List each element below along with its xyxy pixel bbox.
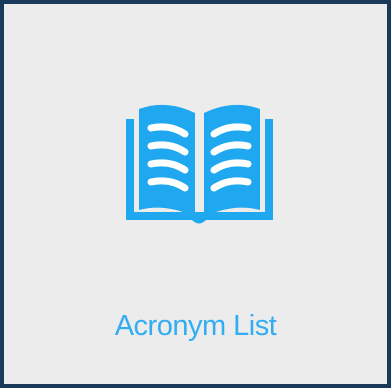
tile-label: Acronym List <box>114 310 277 342</box>
acronym-list-tile[interactable]: Acronym List <box>0 0 391 388</box>
open-book-icon <box>120 97 279 227</box>
